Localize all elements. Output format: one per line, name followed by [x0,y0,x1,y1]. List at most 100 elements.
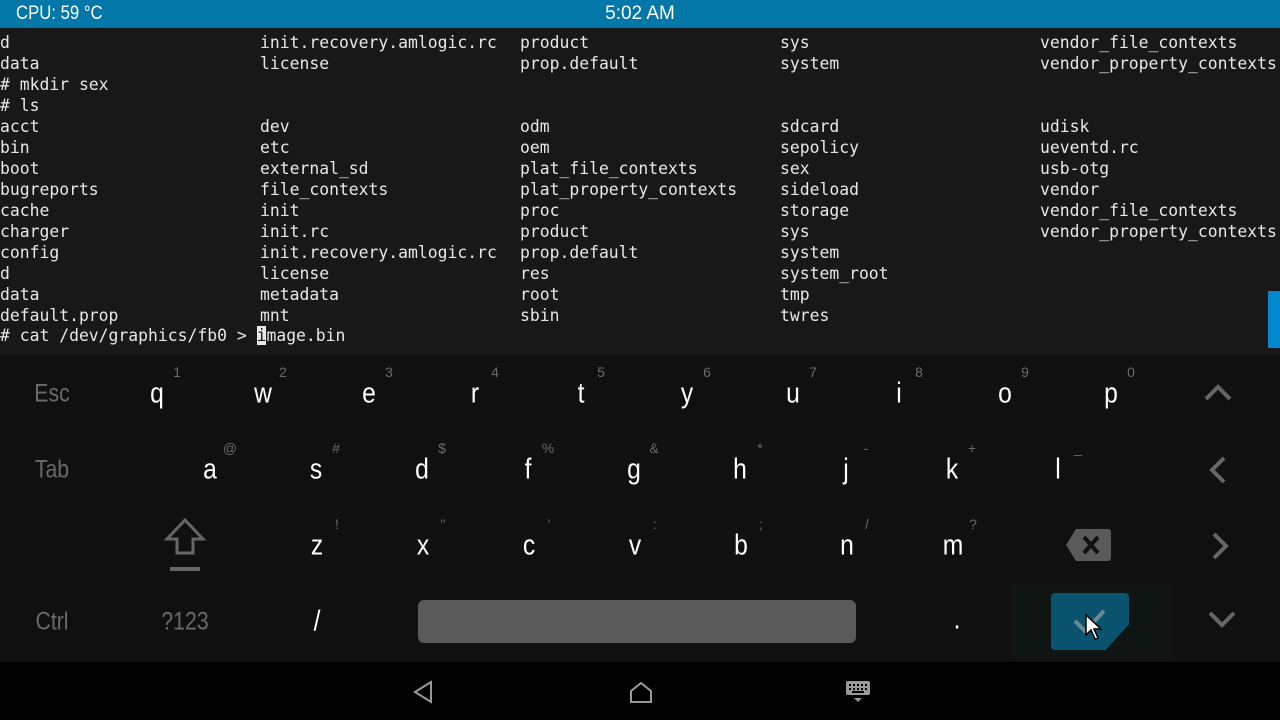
ctrl-key[interactable]: Ctrl [35,609,68,635]
key-hint: + [967,440,977,456]
terminal-entry: sbin [520,306,560,325]
terminal-entry: mnt [260,306,290,325]
terminal-line: d license res system_root [0,263,1280,284]
arrow-up-icon[interactable] [1203,383,1233,403]
terminal-scrollbar[interactable] [1268,291,1280,348]
terminal-entry: product [520,222,590,241]
terminal-line: boot external_sd plat_file_contexts sex usb-… [0,158,1280,179]
key-h[interactable]: h [733,455,747,485]
clock: 5:02 AM [605,3,675,24]
key-d[interactable]: d [415,455,429,485]
arrow-down-icon[interactable] [1207,609,1237,629]
tab-key[interactable]: Tab [35,457,69,483]
terminal-output[interactable]: d init.recovery.amlogic.rc product sys vendo… [0,28,1280,355]
key-hint: $ [438,440,446,456]
terminal-entry: license [260,264,330,283]
terminal-entry: odm [520,117,550,136]
key-hint: 9 [1021,364,1029,380]
key-f[interactable]: f [525,455,532,485]
key-hint: : [653,516,657,532]
key-t[interactable]: t [578,379,585,409]
terminal-entry: product [520,33,590,52]
terminal-line: bugreports file_contexts plat_property_con… [0,179,1280,200]
key-hint: ? [969,516,977,532]
backspace-icon[interactable] [1064,527,1112,563]
key-w[interactable]: w [254,379,272,409]
key-hint: @ [222,440,238,456]
terminal-entry: twres [780,306,830,325]
terminal-entry: charger [0,222,70,241]
period-key[interactable]: . [954,605,961,635]
terminal-entry: sideload [780,180,859,199]
key-g[interactable]: g [627,455,641,485]
terminal-entry: dev [260,117,290,136]
terminal-entry: ueventd.rc [1040,138,1139,157]
terminal-entry: usb-otg [1040,159,1110,178]
terminal-entry: sex [780,159,810,178]
status-bar: CPU: 59 °C 5:02 AM [0,0,1280,28]
key-hint: - [863,440,869,456]
keyboard-icon[interactable] [845,680,871,704]
command-prefix: # cat /dev/graphics/fb0 > [0,326,257,345]
back-icon[interactable] [412,680,434,704]
terminal-line: config init.recovery.amlogic.rc prop.defau… [0,242,1280,263]
arrow-right-icon[interactable] [1210,531,1230,561]
arrow-left-icon[interactable] [1208,455,1228,485]
key-i[interactable]: i [896,379,901,409]
key-r[interactable]: r [471,379,479,409]
key-b[interactable]: b [734,531,748,561]
terminal-entry: config [0,243,60,262]
key-x[interactable]: x [417,531,429,561]
key-a[interactable]: a [203,455,217,485]
terminal-entry: system [780,243,840,262]
key-m[interactable]: m [943,531,964,561]
key-j[interactable]: j [843,455,848,485]
terminal-entry: default.prop [0,306,119,325]
shift-icon[interactable] [160,517,210,573]
symbols-key[interactable]: ?123 [161,609,208,635]
key-hint: 5 [597,364,605,380]
key-hint: 8 [915,364,923,380]
key-s[interactable]: s [310,455,322,485]
mouse-pointer-icon [1085,613,1103,640]
space-key[interactable] [418,600,856,643]
key-y[interactable]: y [681,379,693,409]
key-n[interactable]: n [840,531,854,561]
key-q[interactable]: q [150,379,164,409]
key-hint: 3 [385,364,393,380]
key-hint: ; [759,516,763,532]
key-z[interactable]: z [311,531,323,561]
terminal-entry: proc [520,201,560,220]
terminal-entry: root [520,285,560,304]
key-l[interactable]: l [1055,455,1060,485]
key-o[interactable]: o [998,379,1012,409]
command-line[interactable]: # cat /dev/graphics/fb0 > image.bin [0,326,1280,347]
terminal-line: d init.recovery.amlogic.rc product sys vendo… [0,32,1280,53]
terminal-entry: data [0,54,40,73]
key-hint: 1 [173,364,181,380]
terminal-entry: etc [260,138,290,157]
terminal-line: acct dev odm sdcard udisk [0,116,1280,137]
terminal-entry: prop.default [520,54,639,73]
key-hint: % [541,440,555,456]
terminal-entry: init [260,201,300,220]
esc-key[interactable]: Esc [34,381,69,407]
terminal-entry: system_root [780,264,889,283]
slash-key[interactable]: / [314,607,321,637]
key-v[interactable]: v [629,531,641,561]
home-icon[interactable] [629,680,653,704]
command-rest: mage.bin [266,326,346,345]
terminal-entry: sdcard [780,117,840,136]
key-c[interactable]: c [523,531,535,561]
key-hint: 7 [809,364,817,380]
terminal-entry: init.recovery.amlogic.rc [260,243,497,262]
key-e[interactable]: e [362,379,376,409]
key-p[interactable]: p [1104,379,1118,409]
terminal-entry: udisk [1040,117,1090,136]
terminal-entry: prop.default [520,243,639,262]
terminal-entry: file_contexts [260,180,389,199]
key-hint: 0 [1127,364,1135,380]
terminal-entry: data [0,285,40,304]
key-k[interactable]: k [946,455,958,485]
key-u[interactable]: u [786,379,800,409]
